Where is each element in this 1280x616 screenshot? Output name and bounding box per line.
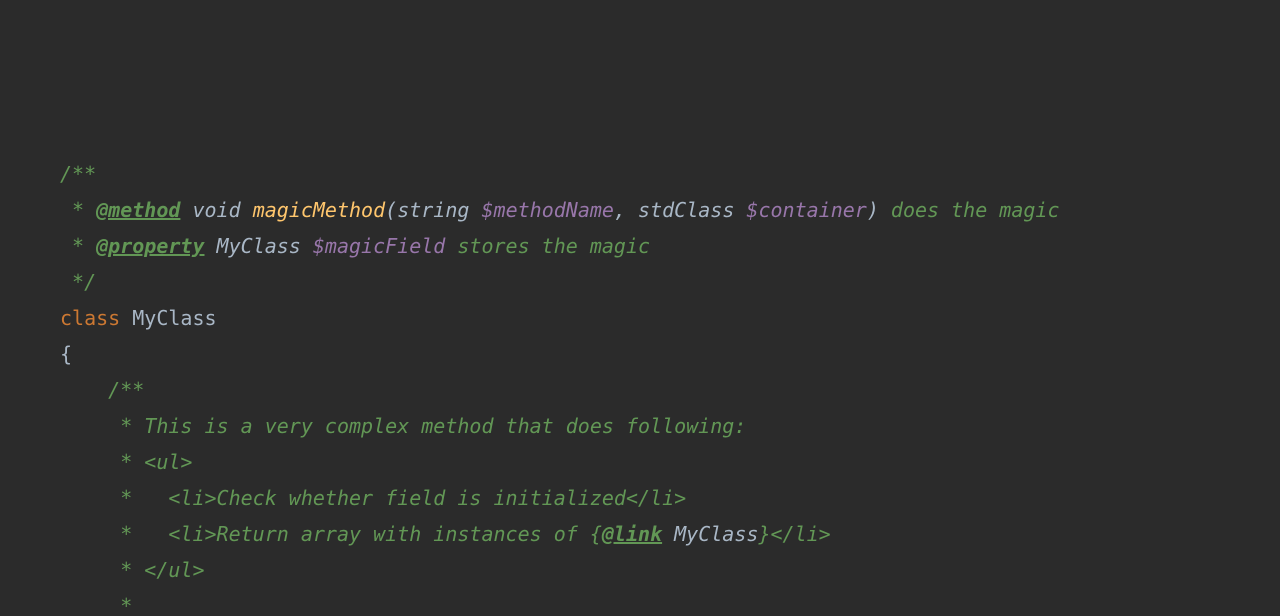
code-line: /** bbox=[60, 378, 144, 402]
brace-open: { bbox=[60, 342, 72, 366]
code-editor[interactable]: /** * @method void magicMethod(string $m… bbox=[0, 144, 1280, 616]
code-line: * This is a very complex method that doe… bbox=[60, 414, 746, 438]
docblock-open: /** bbox=[60, 162, 96, 186]
code-line: * </ul> bbox=[60, 558, 205, 582]
phpdoc-method-tag: @method bbox=[96, 198, 180, 222]
code-line: * @method void magicMethod(string $metho… bbox=[60, 198, 1060, 222]
code-line: */ bbox=[60, 270, 96, 294]
magic-method-name: magicMethod bbox=[253, 198, 385, 222]
code-line: * @property MyClass $magicField stores t… bbox=[60, 234, 650, 258]
docblock-close: */ bbox=[60, 270, 96, 294]
docblock-open: /** bbox=[108, 378, 144, 402]
code-line: * bbox=[60, 594, 132, 616]
phpdoc-link-tag: @link bbox=[602, 522, 662, 546]
code-line: * <ul> bbox=[60, 450, 192, 474]
code-line: * <li>Check whether field is initialized… bbox=[60, 486, 686, 510]
class-keyword: class bbox=[60, 306, 120, 330]
code-line: class MyClass bbox=[60, 306, 217, 330]
class-name: MyClass bbox=[132, 306, 216, 330]
phpdoc-property-tag: @property bbox=[96, 234, 204, 258]
code-line: * <li>Return array with instances of {@l… bbox=[60, 522, 831, 546]
code-line: { bbox=[60, 342, 72, 366]
code-line: /** bbox=[60, 162, 96, 186]
